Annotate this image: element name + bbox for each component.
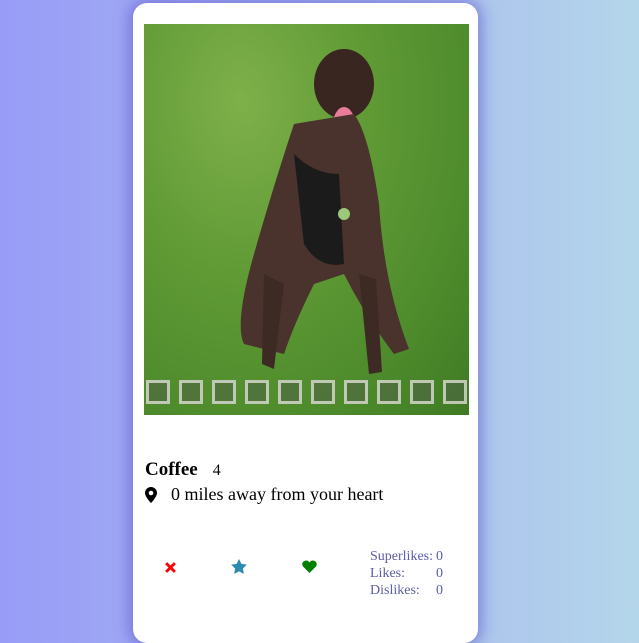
photo-thumbnail[interactable] <box>146 380 170 404</box>
photo-thumbnail[interactable] <box>344 380 368 404</box>
photo-thumbnail[interactable] <box>278 380 302 404</box>
stats-panel: Superlikes: 0 Likes: 0 Dislikes: 0 <box>370 548 443 599</box>
profile-photo[interactable] <box>144 24 469 415</box>
profile-age: 4 <box>212 462 221 479</box>
photo-thumbnails <box>144 380 469 404</box>
distance-text: 0 miles away from your heart <box>171 484 384 504</box>
star-icon <box>231 559 247 574</box>
name-age-row: Coffee 4 <box>145 459 221 481</box>
photo-thumbnail[interactable] <box>245 380 269 404</box>
x-icon <box>165 562 176 573</box>
superlike-button[interactable] <box>231 559 247 578</box>
heart-icon <box>302 560 317 573</box>
photo-thumbnail[interactable] <box>410 380 434 404</box>
photo-thumbnail[interactable] <box>443 380 467 404</box>
photo-thumbnail[interactable] <box>377 380 401 404</box>
map-pin-icon <box>145 486 157 503</box>
dog-photo-illustration <box>240 49 409 374</box>
photo-thumbnail[interactable] <box>212 380 236 404</box>
photo-thumbnail[interactable] <box>179 380 203 404</box>
stat-dislikes: Dislikes: 0 <box>370 583 443 598</box>
like-button[interactable] <box>302 560 317 577</box>
profile-card: Coffee 4 0 miles away from your heart Su… <box>133 3 478 643</box>
stat-likes: Likes: 0 <box>370 566 443 581</box>
profile-name: Coffee <box>145 459 198 480</box>
distance-row: 0 miles away from your heart <box>145 484 383 505</box>
stat-superlikes: Superlikes: 0 <box>370 549 443 564</box>
dislike-button[interactable] <box>165 561 176 577</box>
photo-thumbnail[interactable] <box>311 380 335 404</box>
